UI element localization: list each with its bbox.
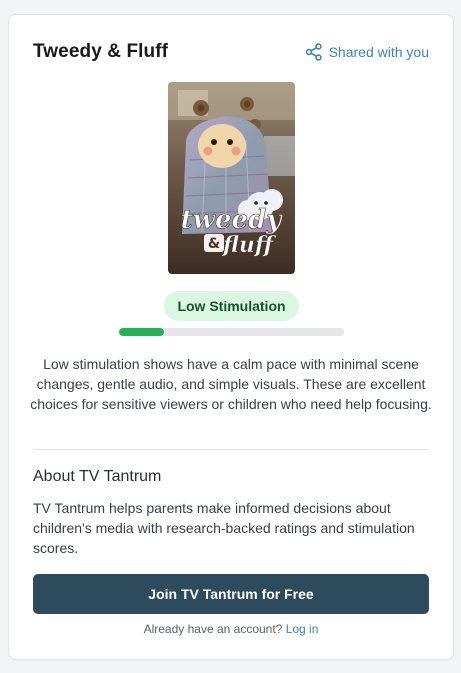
- about-text: TV Tantrum helps parents make informed d…: [33, 500, 415, 556]
- stimulation-meter: [119, 328, 344, 336]
- about-heading: About TV Tantrum: [33, 468, 162, 485]
- share-button[interactable]: Shared with you: [305, 43, 429, 61]
- stimulation-description: Low stimulation shows have a calm pace w…: [30, 356, 432, 412]
- section-divider: [33, 449, 429, 450]
- show-title: Tweedy & Fluff: [33, 41, 169, 62]
- stimulation-meter-fill: [119, 328, 164, 336]
- login-link[interactable]: Log in: [286, 622, 319, 636]
- login-prompt-line: Already have an account? Log in: [9, 622, 453, 636]
- svg-text:fluff: fluff: [221, 232, 277, 258]
- show-card: Tweedy & Fluff Shared with you tweedy & …: [8, 14, 454, 660]
- card-header: Tweedy & Fluff Shared with you: [33, 41, 429, 63]
- svg-text:tweedy: tweedy: [181, 205, 284, 235]
- show-poster[interactable]: tweedy & fluff: [168, 82, 295, 274]
- share-label: Shared with you: [328, 44, 429, 60]
- svg-text:&: &: [208, 236, 220, 252]
- login-prompt: Already have an account?: [143, 622, 283, 636]
- stimulation-badge: Low Stimulation: [164, 291, 299, 321]
- join-button[interactable]: Join TV Tantrum for Free: [33, 574, 429, 614]
- share-icon: [305, 43, 323, 61]
